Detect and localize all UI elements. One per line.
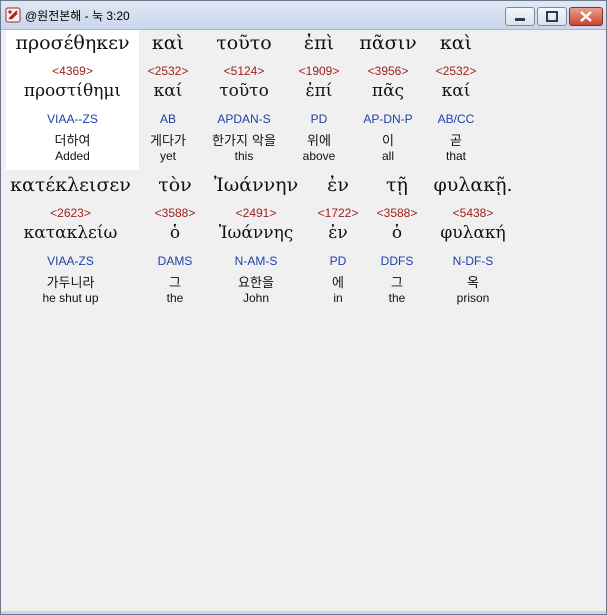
english-gloss: the	[388, 291, 406, 305]
word-cell[interactable]: τὸν <3588> ὁ DAMS 그 the	[147, 172, 203, 312]
lemma: τοῦτο	[219, 81, 269, 101]
korean-gloss: 그	[169, 276, 181, 291]
strong-number[interactable]: <4369>	[6, 64, 139, 78]
parsing-code[interactable]: PD	[313, 254, 363, 268]
korean-gloss: 한가지 악을	[212, 134, 276, 149]
lemma: προστίθημι	[23, 81, 122, 101]
lemma: φυλακή	[440, 223, 506, 243]
korean-gloss: 가두니라	[46, 276, 95, 291]
korean-gloss: 그	[391, 276, 403, 291]
lemma: πᾶς	[371, 81, 405, 101]
english-gloss: prison	[456, 291, 490, 305]
greek-word: καὶ	[151, 32, 185, 54]
word-cell[interactable]: κατέκλεισεν <2623> κατακλείω VIAA-ZS 가두니…	[6, 172, 135, 312]
english-gloss: the	[166, 291, 184, 305]
korean-gloss: 옥	[467, 276, 479, 291]
minimize-icon	[515, 18, 525, 21]
greek-word: προσέθηκεν	[15, 32, 130, 54]
greek-word: κατέκλεισεν	[10, 174, 131, 196]
english-gloss: in	[333, 291, 343, 305]
strong-number[interactable]: <2532>	[143, 64, 193, 78]
interlinear-panel: προσέθηκεν <4369> προστίθημι VIAA--ZS 더하…	[5, 30, 604, 610]
lemma: ὁ	[169, 223, 181, 243]
app-window: @원전본해 - 눅 3:20 προσέθηκεν <4369> προστίθ…	[0, 0, 607, 615]
english-gloss: he shut up	[42, 291, 99, 305]
english-gloss: above	[302, 149, 336, 163]
greek-word: φυλακῇ.	[433, 174, 513, 196]
strong-number[interactable]: <1909>	[293, 64, 345, 78]
strong-number[interactable]: <2532>	[429, 64, 483, 78]
korean-gloss: 위에	[307, 134, 331, 149]
lemma: ἐπί	[305, 81, 333, 101]
parsing-code[interactable]: VIAA-ZS	[6, 254, 135, 268]
strong-number[interactable]: <5438>	[431, 206, 515, 220]
word-cell[interactable]: τοῦτο <5124> τοῦτο APDAN-S 한가지 악을 this	[201, 30, 287, 170]
minimize-button[interactable]	[505, 7, 535, 26]
greek-word: τῇ	[386, 174, 408, 196]
app-logo-icon[interactable]	[5, 7, 21, 23]
close-button[interactable]	[569, 7, 603, 26]
strong-number[interactable]: <1722>	[313, 206, 363, 220]
verse-line-2: κατέκλεισεν <2623> κατακλείω VIAA-ZS 가두니…	[5, 172, 604, 312]
parsing-code[interactable]: AP-DN-P	[355, 112, 421, 126]
korean-gloss: 더하여	[54, 134, 91, 149]
greek-word: καὶ	[439, 32, 473, 54]
lemma: καί	[441, 81, 471, 101]
strong-number[interactable]: <3588>	[147, 206, 203, 220]
strong-number[interactable]: <5124>	[201, 64, 287, 78]
lemma: κατακλείω	[23, 223, 118, 243]
title-bar[interactable]: @원전본해 - 눅 3:20	[1, 1, 606, 30]
parsing-code[interactable]: VIAA--ZS	[6, 112, 139, 126]
word-cell[interactable]: καὶ <2532> καί AB 게다가 yet	[143, 30, 193, 170]
lemma: Ἰωάννης	[218, 223, 294, 243]
greek-word: πᾶσιν	[359, 32, 417, 54]
lemma: ἐν	[328, 223, 348, 243]
strong-number[interactable]: <3588>	[371, 206, 423, 220]
english-gloss: all	[381, 149, 394, 163]
word-cell[interactable]: πᾶσιν <3956> πᾶς AP-DN-P 이 all	[355, 30, 421, 170]
window-bottom-border	[1, 611, 606, 614]
strong-number[interactable]: <2623>	[6, 206, 135, 220]
word-cell[interactable]: προσέθηκεν <4369> προστίθημι VIAA--ZS 더하…	[6, 30, 139, 170]
parsing-code[interactable]: AB	[143, 112, 193, 126]
word-cell[interactable]: ἐν <1722> ἐν PD 에 in	[313, 172, 363, 312]
verse-line-1: προσέθηκεν <4369> προστίθημι VIAA--ZS 더하…	[5, 30, 604, 170]
lemma: καί	[153, 81, 183, 101]
strong-number[interactable]: <2491>	[211, 206, 301, 220]
english-gloss: that	[445, 149, 466, 163]
parsing-code[interactable]: AB/CC	[429, 112, 483, 126]
strong-number[interactable]: <3956>	[355, 64, 421, 78]
english-gloss: yet	[159, 149, 176, 163]
word-cell[interactable]: φυλακῇ. <5438> φυλακή N-DF-S 옥 prison	[431, 172, 515, 312]
korean-gloss: 게다가	[150, 134, 186, 149]
english-gloss: John	[242, 291, 270, 305]
word-cell[interactable]: ἐπὶ <1909> ἐπί PD 위에 above	[293, 30, 345, 170]
greek-word: τὸν	[158, 174, 192, 196]
english-gloss: this	[234, 149, 254, 163]
close-icon	[580, 11, 592, 22]
greek-word: τοῦτο	[216, 32, 272, 54]
maximize-icon	[546, 11, 558, 22]
parsing-code[interactable]: DDFS	[371, 254, 423, 268]
parsing-code[interactable]: PD	[293, 112, 345, 126]
word-cell[interactable]: καὶ <2532> καί AB/CC 곧 that	[429, 30, 483, 170]
greek-word: ἐν	[327, 174, 349, 196]
greek-word: Ἰωάννην	[213, 174, 299, 196]
korean-gloss: 에	[332, 276, 344, 291]
parsing-code[interactable]: N-AM-S	[211, 254, 301, 268]
parsing-code[interactable]: DAMS	[147, 254, 203, 268]
korean-gloss: 이	[382, 134, 394, 149]
greek-word: ἐπὶ	[303, 32, 335, 54]
window-title: @원전본해 - 눅 3:20	[25, 9, 130, 23]
parsing-code[interactable]: APDAN-S	[201, 112, 287, 126]
english-gloss: Added	[55, 149, 90, 163]
parsing-code[interactable]: N-DF-S	[431, 254, 515, 268]
lemma: ὁ	[391, 223, 403, 243]
word-cell[interactable]: Ἰωάννην <2491> Ἰωάννης N-AM-S 요한을 John	[211, 172, 301, 312]
korean-gloss: 요한을	[238, 276, 274, 291]
word-cell[interactable]: τῇ <3588> ὁ DDFS 그 the	[371, 172, 423, 312]
maximize-button[interactable]	[537, 7, 567, 26]
korean-gloss: 곧	[450, 134, 462, 149]
